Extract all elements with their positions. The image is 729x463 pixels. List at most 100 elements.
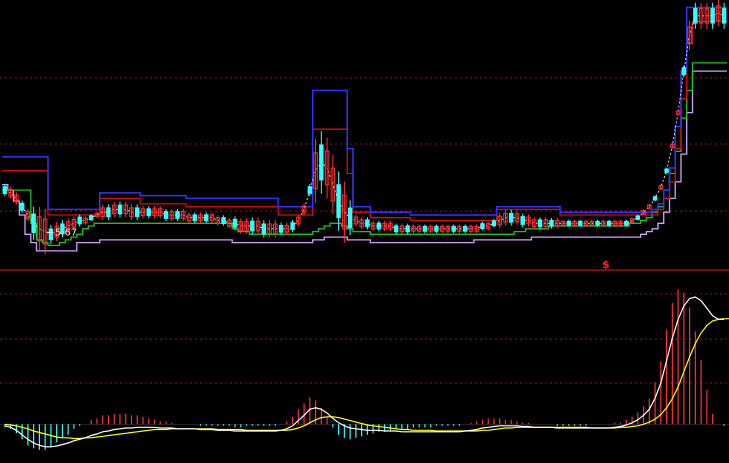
candle-body-35 [204,214,209,222]
candle-120 [693,2,698,29]
macd-histogram [0,289,729,450]
candle-64 [370,220,376,232]
candle-122 [704,2,710,29]
candle-35 [204,212,209,223]
candle-65 [376,220,382,232]
candle-body-75 [434,225,439,232]
candle-60 [347,200,353,236]
candle-body-108 [624,220,629,226]
candle-body-95 [549,219,554,227]
candle-body-48 [278,224,284,233]
dea-line [4,318,729,440]
candle-body-33 [192,214,197,222]
candle-body-100 [578,220,583,226]
candle-body-18 [106,207,111,218]
candle-112 [647,203,652,210]
candle-body-55 [319,144,324,181]
candle-5 [31,206,36,240]
middle-band-line [2,20,727,222]
candle-body-70 [405,225,410,233]
candle-body-23 [134,207,140,218]
candle-body-80 [462,225,468,232]
candlesticks [2,0,727,255]
candle-body-45 [261,223,267,235]
candle-body-105 [606,220,612,226]
candle-92 [532,217,537,230]
candle-73 [422,224,428,234]
candle-28 [163,208,169,222]
candle-54 [313,138,318,203]
candle-123 [710,2,715,29]
candle-body-60 [347,207,353,228]
candle-52 [301,203,307,216]
candle-116 [670,142,675,149]
candle-17 [100,204,105,221]
candle-43 [250,217,255,235]
candle-body-78 [451,225,456,232]
candle-body-28 [163,211,169,219]
candle-33 [192,212,197,223]
candle-58 [336,171,341,231]
candle-body-3 [19,202,25,211]
candle-body-98 [566,220,571,226]
candle-25 [146,206,151,219]
candle-body-73 [422,225,428,232]
candle-119 [687,20,692,51]
candle-55 [319,131,324,194]
candle-115 [664,167,669,174]
candle-body-83 [480,223,485,229]
candle-body-68 [393,225,399,233]
candle-93 [537,217,543,230]
candle-body-43 [250,220,255,232]
candle-95 [549,218,554,229]
candle-body-8 [48,228,54,241]
candle-109 [629,217,635,224]
candle-63 [365,217,370,230]
candle-body-85 [491,220,497,227]
candle-body-65 [376,222,382,230]
candle-body-88 [509,212,514,223]
kline-macd-chart[interactable]: 5.67 [0,0,729,463]
candle-19 [111,201,117,218]
candle-13 [77,214,82,227]
candle-body-120 [693,8,698,24]
candle-body-50 [290,222,295,230]
candle-body-110 [635,215,641,220]
candle-124 [716,0,721,27]
candle-48 [278,222,284,235]
candle-62 [359,217,364,230]
price-bands [2,6,727,252]
candle-body-53 [307,186,313,194]
candle-2 [14,192,19,205]
candle-20 [117,201,123,218]
candle-90 [520,213,525,228]
candle-75 [434,224,439,234]
candle-body-113 [652,196,658,201]
candle-59 [342,181,347,243]
candle-31 [181,208,186,222]
candle-1 [8,186,13,199]
candle-body-58 [336,184,341,219]
candle-body-63 [365,219,370,228]
candle-110 [635,214,641,221]
candle-70 [405,223,410,235]
candle-body-103 [595,220,600,226]
candle-0 [2,183,8,197]
candle-body-90 [520,216,525,225]
candle-18 [106,204,111,221]
grid-lines [0,77,729,384]
candle-50 [290,219,295,233]
dollar-marker-icon: $ [602,258,610,271]
candle-body-13 [77,216,82,225]
candle-56 [324,137,330,199]
candle-83 [480,221,485,231]
candle-89 [514,210,520,225]
candle-body-0 [2,186,8,194]
lower-band-line [2,62,727,247]
candle-51 [296,214,301,227]
candle-body-115 [664,168,669,173]
candle-body-93 [537,219,543,228]
candle-118 [681,65,687,78]
candle-38 [221,215,226,226]
price-annotation-0: 5.67 [55,227,77,238]
